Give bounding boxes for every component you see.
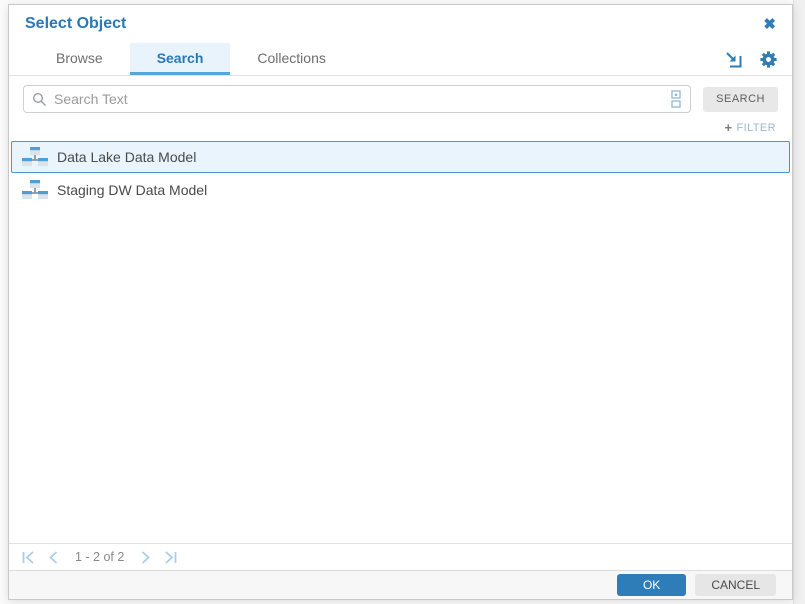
- search-row: SEARCH: [9, 76, 792, 120]
- data-model-icon: [22, 147, 48, 166]
- filter-row: + FILTER: [9, 120, 792, 141]
- data-model-icon: [22, 180, 48, 199]
- tab-search-label: Search: [156, 49, 204, 66]
- add-filter-link[interactable]: + FILTER: [725, 120, 776, 135]
- export-icon[interactable]: [724, 50, 743, 69]
- page-scrollbar[interactable]: [793, 0, 805, 604]
- tab-browse[interactable]: Browse: [29, 43, 130, 75]
- plus-icon: +: [724, 120, 733, 135]
- prev-page-icon[interactable]: [46, 550, 61, 565]
- dialog-footer: OK CANCEL: [9, 570, 792, 599]
- list-item-label: Staging DW Data Model: [57, 182, 208, 198]
- list-item[interactable]: Data Lake Data Model: [11, 141, 790, 173]
- search-box: [23, 85, 692, 113]
- close-icon[interactable]: ✖: [763, 17, 776, 32]
- results-list: Data Lake Data Model Staging DW Data Mod…: [9, 141, 792, 543]
- pagination-range: 1 - 2 of 2: [75, 550, 125, 564]
- search-input[interactable]: [54, 91, 671, 107]
- list-item-label: Data Lake Data Model: [57, 149, 197, 165]
- dialog-title: Select Object: [25, 15, 127, 32]
- settings-gear-icon[interactable]: [759, 50, 778, 69]
- tabs-icon-group: [724, 43, 792, 75]
- search-button[interactable]: SEARCH: [703, 86, 778, 112]
- select-object-dialog: Select Object ✖ Browse Search Collection…: [8, 4, 793, 600]
- search-icon: [32, 92, 46, 106]
- first-page-icon[interactable]: [21, 550, 36, 565]
- ok-button[interactable]: OK: [616, 574, 687, 596]
- last-page-icon[interactable]: [163, 550, 178, 565]
- tab-search[interactable]: Search: [129, 43, 231, 75]
- tab-collections-label: Collections: [257, 49, 326, 66]
- cancel-button[interactable]: CANCEL: [695, 574, 776, 596]
- filter-label: FILTER: [736, 121, 776, 134]
- pagination-bar: 1 - 2 of 2: [9, 543, 792, 570]
- next-page-icon[interactable]: [138, 550, 153, 565]
- dialog-header: Select Object ✖: [9, 5, 792, 43]
- list-item[interactable]: Staging DW Data Model: [11, 174, 790, 206]
- tabs-bar: Browse Search Collections: [9, 43, 792, 76]
- search-options-icon[interactable]: [670, 90, 682, 108]
- tab-browse-label: Browse: [56, 49, 103, 66]
- tab-collections[interactable]: Collections: [230, 43, 352, 75]
